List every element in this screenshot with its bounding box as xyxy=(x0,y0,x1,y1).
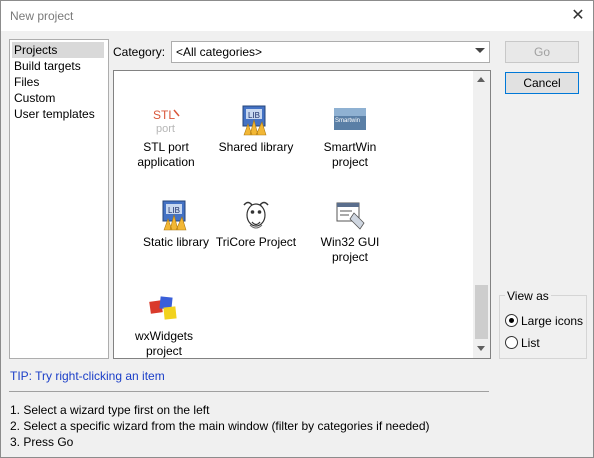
vertical-scrollbar[interactable] xyxy=(473,71,490,358)
close-icon[interactable]: ✕ xyxy=(567,5,589,27)
list-radio[interactable] xyxy=(505,336,518,349)
win32-gui-icon xyxy=(336,202,365,230)
instruction-step: 1. Select a wizard type first on the lef… xyxy=(10,403,210,417)
shared-library-icon: LIB xyxy=(242,105,267,136)
separator xyxy=(9,391,489,392)
template-item-tricore[interactable]: TriCore Project xyxy=(206,199,306,255)
template-icon-view[interactable]: STL port STL port application LIB Shared… xyxy=(113,70,491,359)
tip-text: TIP: Try right-clicking an item xyxy=(10,369,165,383)
category-item-user-templates[interactable]: User templates xyxy=(12,106,104,122)
template-label: SmartWin project xyxy=(323,140,377,169)
view-as-title: View as xyxy=(505,289,551,303)
svg-text:port: port xyxy=(156,123,175,135)
instruction-step: 3. Press Go xyxy=(10,435,74,449)
title-bar: New project ✕ xyxy=(1,1,593,31)
scroll-down-icon[interactable] xyxy=(477,346,485,351)
template-item-stl-port[interactable]: STL port STL port application xyxy=(116,104,216,174)
large-icons-label[interactable]: Large icons xyxy=(521,314,583,328)
svg-text:LIB: LIB xyxy=(168,206,180,215)
static-library-icon: LIB xyxy=(162,200,187,231)
instruction-step: 2. Select a specific wizard from the mai… xyxy=(10,419,430,433)
chevron-down-icon[interactable] xyxy=(475,48,485,53)
svg-text:STL: STL xyxy=(153,108,175,122)
template-label: Shared library xyxy=(218,140,294,154)
wxwidgets-logo-icon xyxy=(149,296,177,320)
category-dropdown-value: <All categories> xyxy=(176,45,263,59)
category-list[interactable]: Projects Build targets Files Custom User… xyxy=(9,39,109,359)
scrollbar-thumb[interactable] xyxy=(475,285,488,339)
category-item-files[interactable]: Files xyxy=(12,74,104,90)
go-button[interactable]: Go xyxy=(505,41,579,63)
smartwin-logo-icon: Smartwin xyxy=(334,108,366,130)
large-icons-radio[interactable] xyxy=(505,314,518,327)
template-label: STL port application xyxy=(137,140,195,169)
scroll-up-icon[interactable] xyxy=(477,77,485,82)
gnu-head-icon xyxy=(243,201,269,229)
category-item-build-targets[interactable]: Build targets xyxy=(12,58,104,74)
svg-text:LIB: LIB xyxy=(248,111,260,120)
category-dropdown[interactable]: <All categories> xyxy=(171,41,490,63)
template-label: TriCore Project xyxy=(215,235,297,249)
template-item-wxwidgets[interactable]: wxWidgets project xyxy=(114,293,214,358)
template-label: wxWidgets project xyxy=(134,329,193,358)
template-item-shared-library[interactable]: LIB Shared library xyxy=(206,104,306,160)
template-label: Win32 GUI project xyxy=(320,235,380,264)
window-title: New project xyxy=(10,9,74,23)
category-item-custom[interactable]: Custom xyxy=(12,90,104,106)
template-item-smartwin[interactable]: Smartwin SmartWin project xyxy=(300,104,400,174)
cancel-button[interactable]: Cancel xyxy=(505,72,579,94)
stlport-logo-icon: STL port xyxy=(153,108,180,135)
svg-text:Smartwin: Smartwin xyxy=(335,118,360,124)
list-label[interactable]: List xyxy=(521,336,540,350)
radio-selected-dot xyxy=(509,318,514,323)
new-project-dialog: New project ✕ Projects Build targets Fil… xyxy=(0,0,594,458)
category-item-projects[interactable]: Projects xyxy=(12,42,104,58)
template-item-win32-gui[interactable]: Win32 GUI project xyxy=(300,199,400,269)
category-label: Category: xyxy=(113,45,166,59)
